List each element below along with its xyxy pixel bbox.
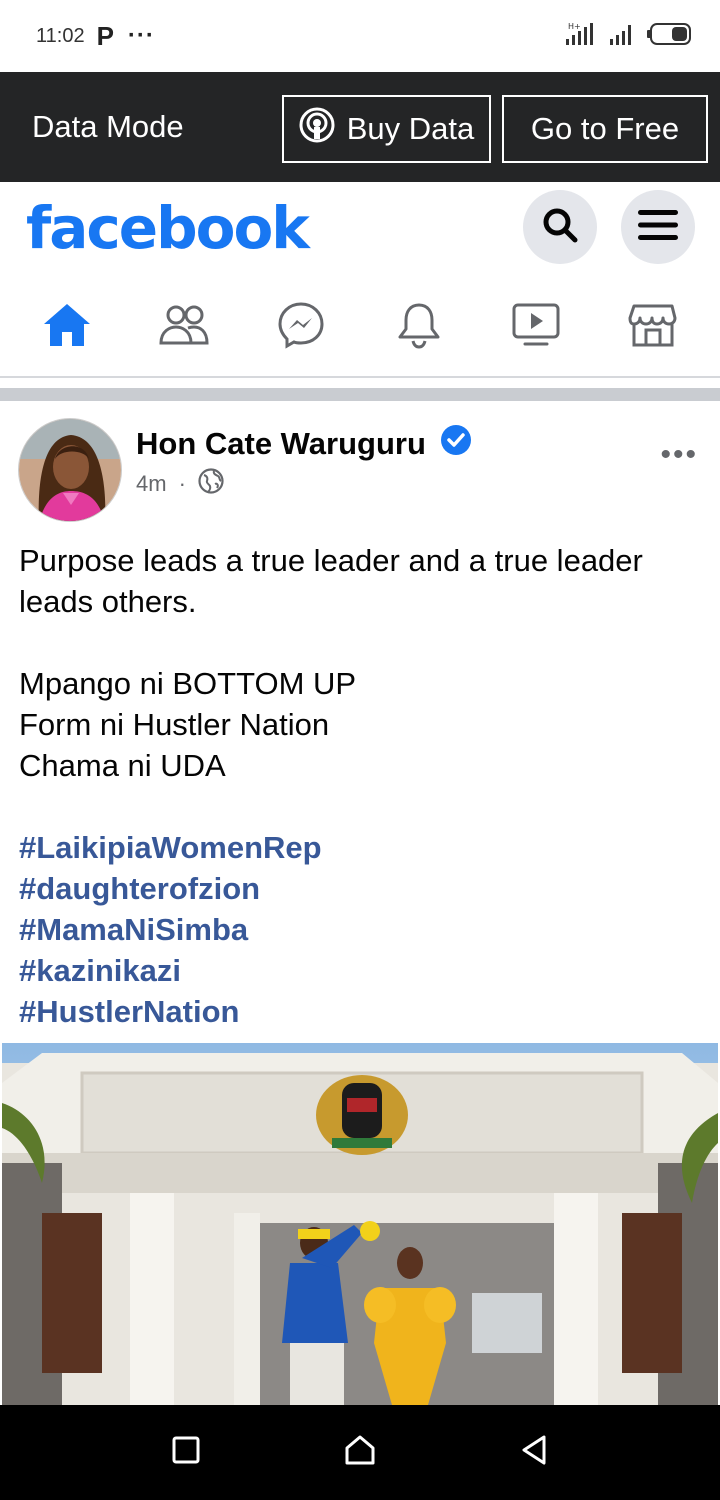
main-nav-tabs bbox=[0, 278, 720, 376]
buy-data-label: Buy Data bbox=[346, 111, 475, 146]
post-body: Purpose leads a true leader and a true l… bbox=[19, 540, 709, 1032]
status-time: 11:02 bbox=[36, 24, 85, 47]
home-outline-icon bbox=[343, 1435, 377, 1470]
home-button[interactable] bbox=[343, 1434, 377, 1471]
go-to-free-label: Go to Free bbox=[530, 111, 680, 146]
post-text-line: Purpose leads a true leader and a true l… bbox=[19, 543, 643, 578]
tab-watch[interactable] bbox=[496, 292, 576, 362]
back-button[interactable] bbox=[519, 1434, 549, 1471]
avatar[interactable] bbox=[18, 418, 122, 522]
svg-text:H+: H+ bbox=[568, 22, 581, 31]
signal-icon: H+ bbox=[564, 21, 598, 52]
hashtag-link[interactable]: #HustlerNation bbox=[19, 991, 709, 1032]
globe-icon bbox=[198, 468, 224, 500]
hamburger-menu-icon bbox=[637, 207, 679, 248]
tab-home[interactable] bbox=[27, 292, 107, 362]
buy-data-button[interactable]: Buy Data bbox=[282, 95, 491, 163]
data-mode-bar: Data Mode Buy Data Go to Free bbox=[0, 72, 720, 182]
feed-divider bbox=[0, 388, 720, 401]
post-meta: 4m · bbox=[136, 468, 224, 500]
app-notification-icon: P bbox=[96, 20, 114, 51]
hashtag-link[interactable]: #MamaNiSimba bbox=[19, 909, 709, 950]
go-to-free-button[interactable]: Go to Free bbox=[502, 95, 708, 163]
menu-button[interactable] bbox=[621, 190, 695, 264]
tab-messenger[interactable] bbox=[261, 292, 341, 362]
post-time[interactable]: 4m bbox=[136, 471, 167, 497]
more-notifications-icon: ··· bbox=[127, 22, 155, 49]
bell-icon bbox=[396, 301, 442, 354]
hashtag-link[interactable]: #LaikipiaWomenRep bbox=[19, 827, 709, 868]
hashtag-link[interactable]: #daughterofzion bbox=[19, 868, 709, 909]
author-name: Hon Cate Waruguru bbox=[136, 426, 426, 461]
post-options-button[interactable]: ••• bbox=[660, 438, 698, 472]
search-button[interactable] bbox=[523, 190, 597, 264]
search-icon bbox=[540, 205, 580, 250]
recents-button[interactable] bbox=[171, 1435, 201, 1470]
facebook-header: facebook bbox=[0, 182, 720, 278]
post-text-spacer bbox=[19, 622, 709, 663]
video-icon bbox=[511, 302, 561, 353]
marketplace-icon bbox=[628, 302, 678, 353]
post-text-line: Chama ni UDA bbox=[19, 748, 226, 783]
post-author[interactable]: Hon Cate Waruguru bbox=[136, 424, 472, 464]
post-text-spacer bbox=[19, 786, 709, 827]
tab-friends[interactable] bbox=[144, 292, 224, 362]
messenger-icon bbox=[277, 301, 325, 354]
podcast-icon bbox=[299, 107, 335, 151]
tab-marketplace[interactable] bbox=[613, 292, 693, 362]
square-icon bbox=[171, 1436, 201, 1469]
post-text-line: Mpango ni BOTTOM UP bbox=[19, 666, 357, 701]
nav-divider bbox=[0, 376, 720, 378]
signal-icon-2 bbox=[608, 21, 636, 52]
post-photo[interactable] bbox=[2, 1043, 718, 1405]
status-indicators: H+ bbox=[564, 21, 692, 52]
system-nav-bar bbox=[0, 1405, 720, 1500]
post-header: Hon Cate Waruguru 4m · ••• bbox=[0, 402, 720, 532]
meta-separator: · bbox=[178, 471, 186, 496]
facebook-logo[interactable]: facebook bbox=[26, 194, 310, 262]
tab-notifications[interactable] bbox=[379, 292, 459, 362]
friends-icon bbox=[158, 303, 210, 352]
hashtag-link[interactable]: #kazinikazi bbox=[19, 950, 709, 991]
home-icon bbox=[42, 302, 92, 353]
status-bar: 11:02 P ··· H+ bbox=[0, 0, 720, 72]
verified-badge-icon bbox=[440, 424, 472, 464]
post-text-line: leads others. bbox=[19, 584, 197, 619]
post-text-line: Form ni Hustler Nation bbox=[19, 707, 330, 742]
battery-icon bbox=[646, 22, 692, 51]
back-triangle-icon bbox=[519, 1435, 549, 1470]
data-mode-label: Data Mode bbox=[32, 109, 184, 144]
